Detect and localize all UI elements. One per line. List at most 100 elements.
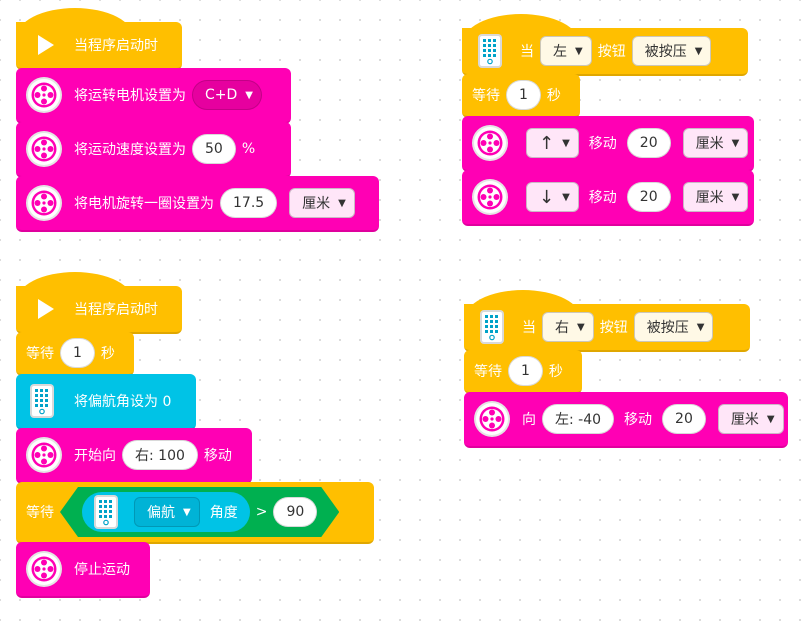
speed-unit: % — [241, 141, 256, 157]
dropdown-value: 厘米 — [302, 196, 331, 212]
greater-than-operator[interactable]: 偏航 ▼ 角度 > 90 — [60, 487, 339, 537]
motor-icon — [26, 131, 62, 167]
button-label: 按钮 — [599, 320, 628, 336]
motor-icon — [26, 77, 62, 113]
hat-label: 当程序启动时 — [74, 38, 158, 54]
wait-seconds-block[interactable]: 等待 1 秒 — [16, 332, 134, 376]
button-side-dropdown[interactable]: 右 ▼ — [542, 312, 594, 342]
when-program-starts-block[interactable]: 当程序启动时 — [16, 272, 182, 334]
dropdown-value: 厘米 — [695, 136, 724, 152]
block-label: 向 — [522, 412, 536, 428]
distance-input[interactable]: 20 — [626, 128, 671, 158]
start-moving-block[interactable]: 开始向 右: 100 移动 — [16, 428, 252, 484]
dropdown-value: 被按压 — [646, 320, 689, 336]
distance-unit-dropdown[interactable]: 厘米 ▼ — [682, 182, 749, 212]
block-label-suffix: 移动 — [203, 448, 232, 464]
set-movement-speed-block[interactable]: 将运动速度设置为 50 % — [16, 122, 291, 178]
wait-unit: 秒 — [548, 364, 563, 380]
compare-value-input[interactable]: 90 — [273, 497, 317, 527]
block-label: 将电机旋转一圈设置为 — [74, 196, 214, 212]
hub-icon — [94, 495, 118, 529]
wait-unit: 秒 — [546, 88, 561, 104]
hat-label: 当程序启动时 — [74, 302, 158, 318]
hub-icon — [480, 310, 504, 344]
script-stack-3[interactable]: 当 左 ▼ 按钮 被按压 ▼ 等待 1 秒 ↑ ▼ 移动 20 厘米 ▼ ↓ ▼ 移动 2… — [462, 14, 754, 226]
stop-moving-block[interactable]: 停止运动 — [16, 542, 150, 598]
steering-input[interactable]: 右: 100 — [122, 440, 198, 470]
button-state-dropdown[interactable]: 被按压 ▼ — [631, 36, 712, 66]
when-button-pressed-block[interactable]: 当 右 ▼ 按钮 被按压 ▼ — [464, 290, 750, 352]
chevron-down-icon: ▼ — [562, 137, 570, 149]
chevron-down-icon: ▼ — [577, 321, 585, 333]
speed-input[interactable]: 50 — [192, 134, 236, 164]
motor-icon — [474, 401, 510, 437]
block-label: 移动 — [588, 190, 617, 206]
hub-icon — [30, 384, 54, 418]
motor-icon — [472, 179, 508, 215]
distance-unit-dropdown[interactable]: 厘米 ▼ — [717, 404, 784, 434]
block-label: 等待 — [26, 346, 54, 362]
direction-dropdown[interactable]: ↓ ▼ — [526, 182, 579, 212]
motor-icon — [26, 185, 62, 221]
block-label: 将运转电机设置为 — [74, 88, 186, 104]
dropdown-value: 厘米 — [730, 412, 759, 428]
chevron-down-icon: ▼ — [575, 45, 583, 57]
wait-seconds-input[interactable]: 1 — [60, 338, 95, 368]
chevron-down-icon: ▼ — [731, 191, 740, 203]
block-label: 将运动速度设置为 — [74, 142, 186, 158]
steering-input[interactable]: 左: -40 — [542, 404, 615, 434]
distance-input[interactable]: 20 — [626, 182, 671, 212]
arrow-up-icon: ↑ — [539, 132, 555, 154]
set-motor-rotation-block[interactable]: 将电机旋转一圈设置为 17.5 厘米 ▼ — [16, 176, 379, 232]
when-program-starts-block[interactable]: 当程序启动时 — [16, 8, 182, 70]
script-stack-4[interactable]: 当 右 ▼ 按钮 被按压 ▼ 等待 1 秒 向 左: -40 移动 20 厘米 ▼ — [464, 290, 788, 448]
arrow-down-icon: ↓ — [539, 186, 555, 208]
dropdown-value: 厘米 — [695, 190, 724, 206]
script-stack-1[interactable]: 当程序启动时 将运转电机设置为 C+D ▼ 将运动速度设置为 50 % 将电机旋转… — [16, 8, 379, 232]
distance-unit-dropdown[interactable]: 厘米 ▼ — [682, 128, 749, 158]
button-state-dropdown[interactable]: 被按压 ▼ — [633, 312, 714, 342]
set-yaw-block[interactable]: 将偏航角设为 0 — [16, 374, 196, 430]
chevron-down-icon: ▼ — [694, 45, 703, 57]
play-icon — [32, 32, 58, 58]
chevron-down-icon: ▼ — [245, 89, 253, 101]
when-button-pressed-block[interactable]: 当 左 ▼ 按钮 被按压 ▼ — [462, 14, 748, 76]
set-movement-motors-block[interactable]: 将运转电机设置为 C+D ▼ — [16, 68, 291, 124]
chevron-down-icon: ▼ — [731, 137, 740, 149]
wait-seconds-block[interactable]: 等待 1 秒 — [462, 74, 580, 118]
block-label: 停止运动 — [74, 562, 130, 578]
distance-input[interactable]: 20 — [662, 404, 706, 434]
dropdown-value: 左 — [553, 44, 567, 60]
rotation-unit-dropdown[interactable]: 厘米 ▼ — [289, 188, 355, 218]
operator-symbol: > — [255, 504, 268, 520]
wait-seconds-block[interactable]: 等待 1 秒 — [464, 350, 582, 394]
script-stack-2[interactable]: 当程序启动时 等待 1 秒 将偏航角设为 0 开始向 右: 100 移动 等待 … — [16, 272, 374, 598]
move-for-block[interactable]: ↓ ▼ 移动 20 厘米 ▼ — [462, 170, 754, 226]
block-label: 当 — [520, 44, 534, 60]
dropdown-value: C+D — [205, 87, 238, 103]
dropdown-value: 偏航 — [147, 505, 175, 521]
reporter-label: 角度 — [209, 505, 238, 521]
chevron-down-icon: ▼ — [766, 413, 775, 425]
button-label: 按钮 — [597, 44, 626, 60]
block-label: 将偏航角设为 0 — [74, 394, 172, 410]
block-label: 移动 — [624, 412, 653, 428]
button-side-dropdown[interactable]: 左 ▼ — [540, 36, 592, 66]
wait-until-block[interactable]: 等待 偏航 ▼ 角度 > 90 — [16, 482, 374, 544]
motor-pair-dropdown[interactable]: C+D ▼ — [192, 80, 262, 110]
move-for-block[interactable]: ↑ ▼ 移动 20 厘米 ▼ — [462, 116, 754, 172]
block-label: 移动 — [588, 136, 617, 152]
dropdown-value: 被按压 — [644, 44, 687, 60]
chevron-down-icon: ▼ — [338, 197, 346, 209]
move-steer-block[interactable]: 向 左: -40 移动 20 厘米 ▼ — [464, 392, 788, 448]
wait-seconds-input[interactable]: 1 — [506, 80, 541, 110]
wait-seconds-input[interactable]: 1 — [508, 356, 543, 386]
rotation-input[interactable]: 17.5 — [220, 188, 278, 218]
block-label: 开始向 — [74, 448, 116, 464]
chevron-down-icon: ▼ — [696, 321, 705, 333]
motor-icon — [472, 125, 508, 161]
block-label: 等待 — [472, 88, 500, 104]
direction-dropdown[interactable]: ↑ ▼ — [526, 128, 579, 158]
angle-axis-dropdown[interactable]: 偏航 ▼ — [134, 497, 200, 527]
yaw-angle-reporter[interactable]: 偏航 ▼ 角度 — [82, 492, 250, 532]
